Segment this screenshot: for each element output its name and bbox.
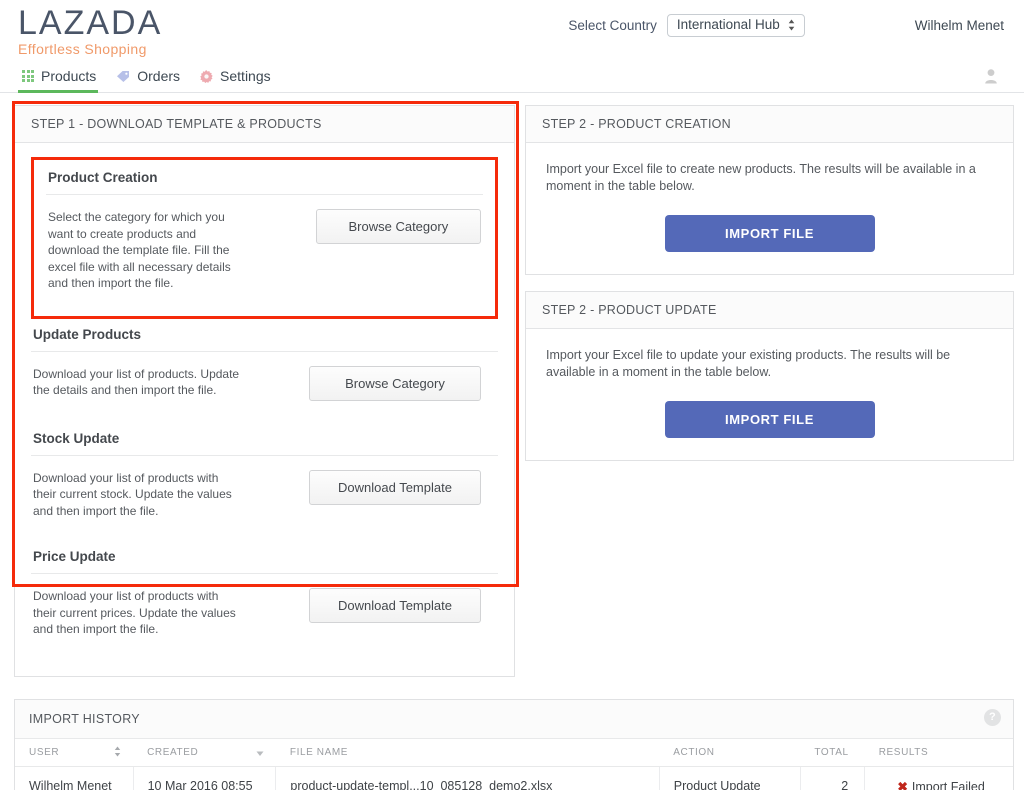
- tab-settings-label: Settings: [220, 68, 271, 84]
- block-update-products-row: Download your list of products. Update t…: [31, 352, 498, 417]
- select-country-label: Select Country: [568, 17, 657, 33]
- browse-category-button-creation[interactable]: Browse Category: [315, 209, 481, 244]
- browse-category-button-update[interactable]: Browse Category: [309, 365, 481, 401]
- column-header-total-label: TOTAL: [814, 746, 849, 758]
- product-creation-highlight: Product Creation Select the category for…: [31, 157, 498, 319]
- import-file-button-creation[interactable]: IMPORT FILE: [664, 215, 875, 252]
- download-template-button-price[interactable]: Download Template: [309, 588, 481, 623]
- block-update-products: Update Products Download your list of pr…: [31, 319, 498, 423]
- table-body: Wilhelm Menet 10 Mar 2016 08:55 product-…: [15, 766, 1013, 790]
- sort-descending-icon: [256, 748, 264, 758]
- cell-total: 2: [800, 766, 866, 790]
- column-header-user-label: USER: [29, 746, 60, 758]
- column-header-action-label: ACTION: [673, 746, 715, 758]
- table-row[interactable]: Wilhelm Menet 10 Mar 2016 08:55 product-…: [15, 766, 1013, 790]
- column-header-created[interactable]: CREATED: [133, 738, 276, 767]
- logo-tagline: Effortless Shopping: [18, 41, 147, 57]
- top-header-bar: LAZADA Effortless Shopping Select Countr…: [0, 0, 1024, 84]
- import-history-title: IMPORT HISTORY: [29, 711, 140, 726]
- status-label: Import Failed: [911, 779, 985, 790]
- block-product-creation-row: Select the category for which you want t…: [46, 195, 483, 308]
- cell-user: Wilhelm Menet: [15, 766, 134, 790]
- cell-file-name: product-update-templ...10_085128_demo2.x…: [275, 766, 660, 790]
- step2-update-body: Import your Excel file to update your ex…: [526, 329, 1013, 460]
- table-head: USER CREATED FILE NAME ACTION TOTAL RESU…: [15, 738, 1013, 767]
- cell-action: Product Update: [659, 766, 801, 790]
- import-file-button-update[interactable]: IMPORT FILE: [664, 401, 875, 438]
- block-price-update-desc: Download your list of products with thei…: [33, 589, 236, 636]
- step2-creation-panel: STEP 2 - PRODUCT CREATION Import your Ex…: [525, 105, 1014, 275]
- chevron-updown-icon: [788, 19, 795, 31]
- step2-creation-title: STEP 2 - PRODUCT CREATION: [526, 106, 1013, 143]
- step2-creation-desc: Import your Excel file to create new pro…: [546, 162, 976, 193]
- status-fail-icon: ✖: [897, 779, 908, 790]
- left-column: STEP 1 - DOWNLOAD TEMPLATE & PRODUCTS Pr…: [10, 101, 519, 681]
- step1-panel: STEP 1 - DOWNLOAD TEMPLATE & PRODUCTS Pr…: [14, 105, 515, 677]
- block-product-creation: Product Creation Select the category for…: [46, 162, 483, 314]
- block-stock-update: Stock Update Download your list of produ…: [31, 423, 498, 542]
- cell-result: ✖ Import Failed: [864, 766, 1013, 790]
- step2-creation-body: Import your Excel file to create new pro…: [526, 143, 1013, 274]
- tab-products[interactable]: Products: [18, 68, 112, 93]
- step1-title: STEP 1 - DOWNLOAD TEMPLATE & PRODUCTS: [15, 106, 514, 143]
- country-select-value: International Hub: [676, 17, 780, 32]
- logo-text: LAZADA: [18, 4, 163, 42]
- column-header-action[interactable]: ACTION: [659, 738, 801, 767]
- cell-created: 10 Mar 2016 08:55: [133, 766, 277, 790]
- block-product-creation-title: Product Creation: [46, 162, 483, 195]
- header-right-group: Select Country International Hub Wilhelm…: [568, 0, 1024, 50]
- download-template-button-stock[interactable]: Download Template: [309, 469, 481, 505]
- main-content: STEP 1 - DOWNLOAD TEMPLATE & PRODUCTS Pr…: [0, 93, 1024, 681]
- block-price-update: Price Update Download your list of produ…: [31, 541, 498, 660]
- gear-icon: [200, 69, 213, 83]
- main-navigation: Products Orders Settings: [0, 58, 1024, 93]
- step2-update-title: STEP 2 - PRODUCT UPDATE: [526, 292, 1013, 329]
- column-header-total[interactable]: TOTAL: [800, 738, 865, 767]
- block-price-update-row: Download your list of products with thei…: [31, 574, 498, 654]
- column-header-user[interactable]: USER: [15, 738, 134, 767]
- grid-icon: [22, 70, 34, 82]
- column-header-created-label: CREATED: [147, 746, 199, 758]
- step2-update-desc: Import your Excel file to update your ex…: [546, 348, 951, 379]
- block-stock-update-title: Stock Update: [31, 423, 498, 456]
- block-price-update-title: Price Update: [31, 541, 498, 574]
- tab-orders[interactable]: Orders: [112, 68, 196, 92]
- right-column: STEP 2 - PRODUCT CREATION Import your Ex…: [519, 101, 1014, 681]
- step1-body: Product Creation Select the category for…: [15, 143, 514, 676]
- block-product-creation-desc: Select the category for which you want t…: [48, 210, 231, 290]
- panel-spacer: [525, 275, 1014, 291]
- column-header-file-name[interactable]: FILE NAME: [275, 738, 660, 767]
- block-update-products-desc: Download your list of products. Update t…: [33, 366, 240, 398]
- import-history-table: USER CREATED FILE NAME ACTION TOTAL RESU…: [15, 738, 1013, 790]
- brand-logo[interactable]: LAZADA Effortless Shopping: [0, 0, 300, 57]
- step2-update-panel: STEP 2 - PRODUCT UPDATE Import your Exce…: [525, 291, 1014, 461]
- question-mark-icon[interactable]: ?: [984, 708, 1001, 726]
- block-stock-update-row: Download your list of products with thei…: [31, 456, 498, 536]
- tab-products-label: Products: [41, 68, 97, 84]
- columns-wrapper: STEP 1 - DOWNLOAD TEMPLATE & PRODUCTS Pr…: [10, 101, 1014, 681]
- user-name-label[interactable]: Wilhelm Menet: [915, 18, 1004, 33]
- tab-settings[interactable]: Settings: [196, 68, 287, 92]
- table-header-row: USER CREATED FILE NAME ACTION TOTAL RESU…: [15, 738, 1013, 767]
- tag-icon: [116, 70, 130, 83]
- import-history-panel: IMPORT HISTORY ? USER CREATED FILE NAME …: [14, 698, 1014, 790]
- column-header-results-label: RESULTS: [878, 746, 929, 758]
- block-stock-update-desc: Download your list of products with thei…: [33, 470, 232, 518]
- tab-orders-label: Orders: [137, 68, 181, 84]
- sort-updown-icon: [114, 746, 121, 757]
- block-update-products-title: Update Products: [31, 319, 498, 352]
- country-select[interactable]: International Hub: [666, 13, 805, 37]
- column-header-file-name-label: FILE NAME: [289, 746, 349, 758]
- import-history-header: IMPORT HISTORY ?: [15, 699, 1013, 739]
- column-header-results[interactable]: RESULTS: [864, 738, 1013, 767]
